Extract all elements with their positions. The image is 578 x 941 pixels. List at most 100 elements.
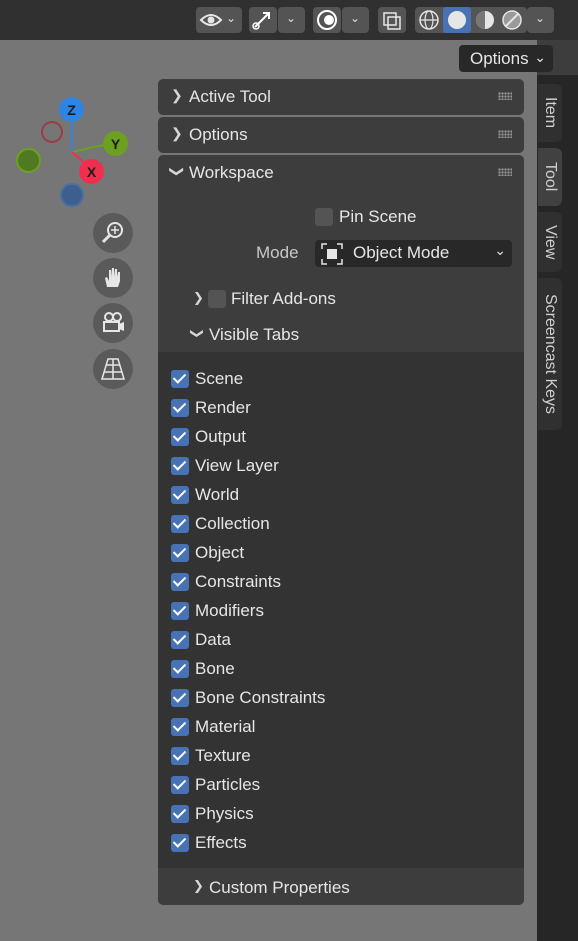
tab-screencast-keys[interactable]: Screencast Keys <box>538 278 562 430</box>
visible-tab-row[interactable]: Output <box>171 426 511 448</box>
xray-toggle[interactable] <box>378 7 406 33</box>
custom-properties-label[interactable]: Custom Properties <box>209 878 350 898</box>
camera-view-button[interactable] <box>93 303 133 343</box>
solid-shading-button[interactable] <box>443 7 471 33</box>
chevron-down-icon[interactable]: ❯ <box>189 328 204 339</box>
visible-tab-checkbox[interactable] <box>171 515 189 533</box>
visible-tab-label: Render <box>195 398 251 417</box>
visible-tab-checkbox[interactable] <box>171 834 189 852</box>
drag-handle-icon[interactable] <box>498 130 512 138</box>
panel-workspace[interactable]: ❯ Workspace <box>158 155 524 191</box>
visible-tab-checkbox[interactable] <box>171 370 189 388</box>
tab-view-label: View <box>542 224 559 260</box>
viewport-header: ⌄ ⌄ ⌄ ⌄ <box>0 0 578 40</box>
panel-active-tool[interactable]: ❯ Active Tool <box>158 79 524 115</box>
chevron-right-icon[interactable]: ❯ <box>193 291 204 306</box>
visible-tab-checkbox[interactable] <box>171 486 189 504</box>
visible-tab-label: World <box>195 485 240 504</box>
visible-tab-checkbox[interactable] <box>171 747 189 765</box>
visible-tab-checkbox[interactable] <box>171 573 189 591</box>
chevron-down-icon: ⌄ <box>286 11 297 25</box>
visible-tab-row[interactable]: Texture <box>171 745 511 767</box>
options-dropdown[interactable]: Options ⌄ <box>459 45 553 72</box>
drag-handle-icon[interactable] <box>498 168 512 176</box>
zoom-icon <box>101 222 123 244</box>
visible-tab-row[interactable]: Constraints <box>171 571 511 593</box>
chevron-right-icon: ❯ <box>171 125 183 141</box>
chevron-down-icon: ⌄ <box>535 11 546 25</box>
tab-tool[interactable]: Tool <box>538 148 562 206</box>
negative-x-axis-handle[interactable] <box>41 121 63 143</box>
zoom-button[interactable] <box>93 213 133 253</box>
z-axis-handle[interactable]: Z <box>59 97 84 122</box>
filter-addons-checkbox[interactable] <box>208 290 226 308</box>
mode-value: Object Mode <box>353 243 450 262</box>
options-label: Options <box>470 48 529 68</box>
visible-tab-checkbox[interactable] <box>171 631 189 649</box>
visible-tab-label: Output <box>195 427 247 446</box>
visible-tab-row[interactable]: Physics <box>171 803 511 825</box>
visible-tab-row[interactable]: Data <box>171 629 511 651</box>
visible-tab-label: Constraints <box>195 572 281 591</box>
xray-icon <box>383 12 401 30</box>
tab-item[interactable]: Item <box>538 84 562 142</box>
y-axis-handle[interactable]: Y <box>103 131 128 156</box>
visible-tab-label: Physics <box>195 804 254 823</box>
visible-tabs-label[interactable]: Visible Tabs <box>209 325 299 345</box>
visible-tab-checkbox[interactable] <box>171 805 189 823</box>
z-axis-label: Z <box>67 101 76 118</box>
visible-tab-checkbox[interactable] <box>171 428 189 446</box>
solid-sphere-icon <box>448 11 466 29</box>
visible-tab-row[interactable]: Bone Constraints <box>171 687 511 709</box>
visible-tab-row[interactable]: World <box>171 484 511 506</box>
visible-tab-row[interactable]: Effects <box>171 832 511 854</box>
tab-view[interactable]: View <box>538 212 562 272</box>
visible-tab-checkbox[interactable] <box>171 689 189 707</box>
camera-icon <box>103 312 124 332</box>
wireframe-icon[interactable] <box>417 9 441 31</box>
negative-y-axis-handle[interactable] <box>16 148 41 173</box>
tab-screencast-keys-label: Screencast Keys <box>542 293 559 415</box>
visible-tab-checkbox[interactable] <box>171 718 189 736</box>
visible-tab-row[interactable]: Render <box>171 397 511 419</box>
drag-handle-icon[interactable] <box>498 92 512 100</box>
pin-scene-label: Pin Scene <box>339 207 417 226</box>
visible-tab-checkbox[interactable] <box>171 399 189 417</box>
pan-button[interactable] <box>93 258 133 298</box>
visible-tab-checkbox[interactable] <box>171 457 189 475</box>
perspective-toggle-button[interactable] <box>93 349 133 389</box>
visible-tab-row[interactable]: Particles <box>171 774 511 796</box>
material-preview-icon[interactable] <box>473 9 497 31</box>
visible-tab-row[interactable]: Bone <box>171 658 511 680</box>
rendered-icon[interactable] <box>500 9 524 31</box>
x-axis-handle[interactable]: X <box>79 159 104 184</box>
visible-tab-row[interactable]: Object <box>171 542 511 564</box>
visible-tab-label: Modifiers <box>195 601 264 620</box>
visible-tab-row[interactable]: Modifiers <box>171 600 511 622</box>
visibility-dropdown[interactable]: ⌄ <box>196 7 242 33</box>
chevron-down-icon: ⌄ <box>350 11 361 25</box>
visible-tab-row[interactable]: Material <box>171 716 511 738</box>
visible-tab-checkbox[interactable] <box>171 660 189 678</box>
visible-tab-row[interactable]: View Layer <box>171 455 511 477</box>
visible-tab-label: Texture <box>195 746 251 765</box>
shading-dropdown[interactable]: ⌄ <box>527 7 554 33</box>
mode-select[interactable]: Object Mode ⌄ <box>315 240 512 267</box>
chevron-right-icon[interactable]: ❯ <box>193 879 204 894</box>
shading-mode-group <box>415 7 527 33</box>
overlay-icon <box>317 10 337 30</box>
pin-scene-checkbox[interactable] <box>315 208 333 226</box>
visible-tab-label: Bone Constraints <box>195 688 326 707</box>
visible-tab-label: Effects <box>195 833 247 852</box>
visible-tab-row[interactable]: Scene <box>171 368 511 390</box>
visible-tab-row[interactable]: Collection <box>171 513 511 535</box>
overlay-dropdown[interactable]: ⌄ <box>342 7 369 33</box>
visible-tab-checkbox[interactable] <box>171 776 189 794</box>
visible-tab-checkbox[interactable] <box>171 602 189 620</box>
gizmo-dropdown[interactable]: ⌄ <box>278 7 305 33</box>
panel-options[interactable]: ❯ Options <box>158 117 524 153</box>
gizmo-toggle[interactable] <box>249 7 277 33</box>
overlay-toggle[interactable] <box>313 7 341 33</box>
visible-tab-checkbox[interactable] <box>171 544 189 562</box>
negative-z-axis-handle[interactable] <box>60 183 84 207</box>
